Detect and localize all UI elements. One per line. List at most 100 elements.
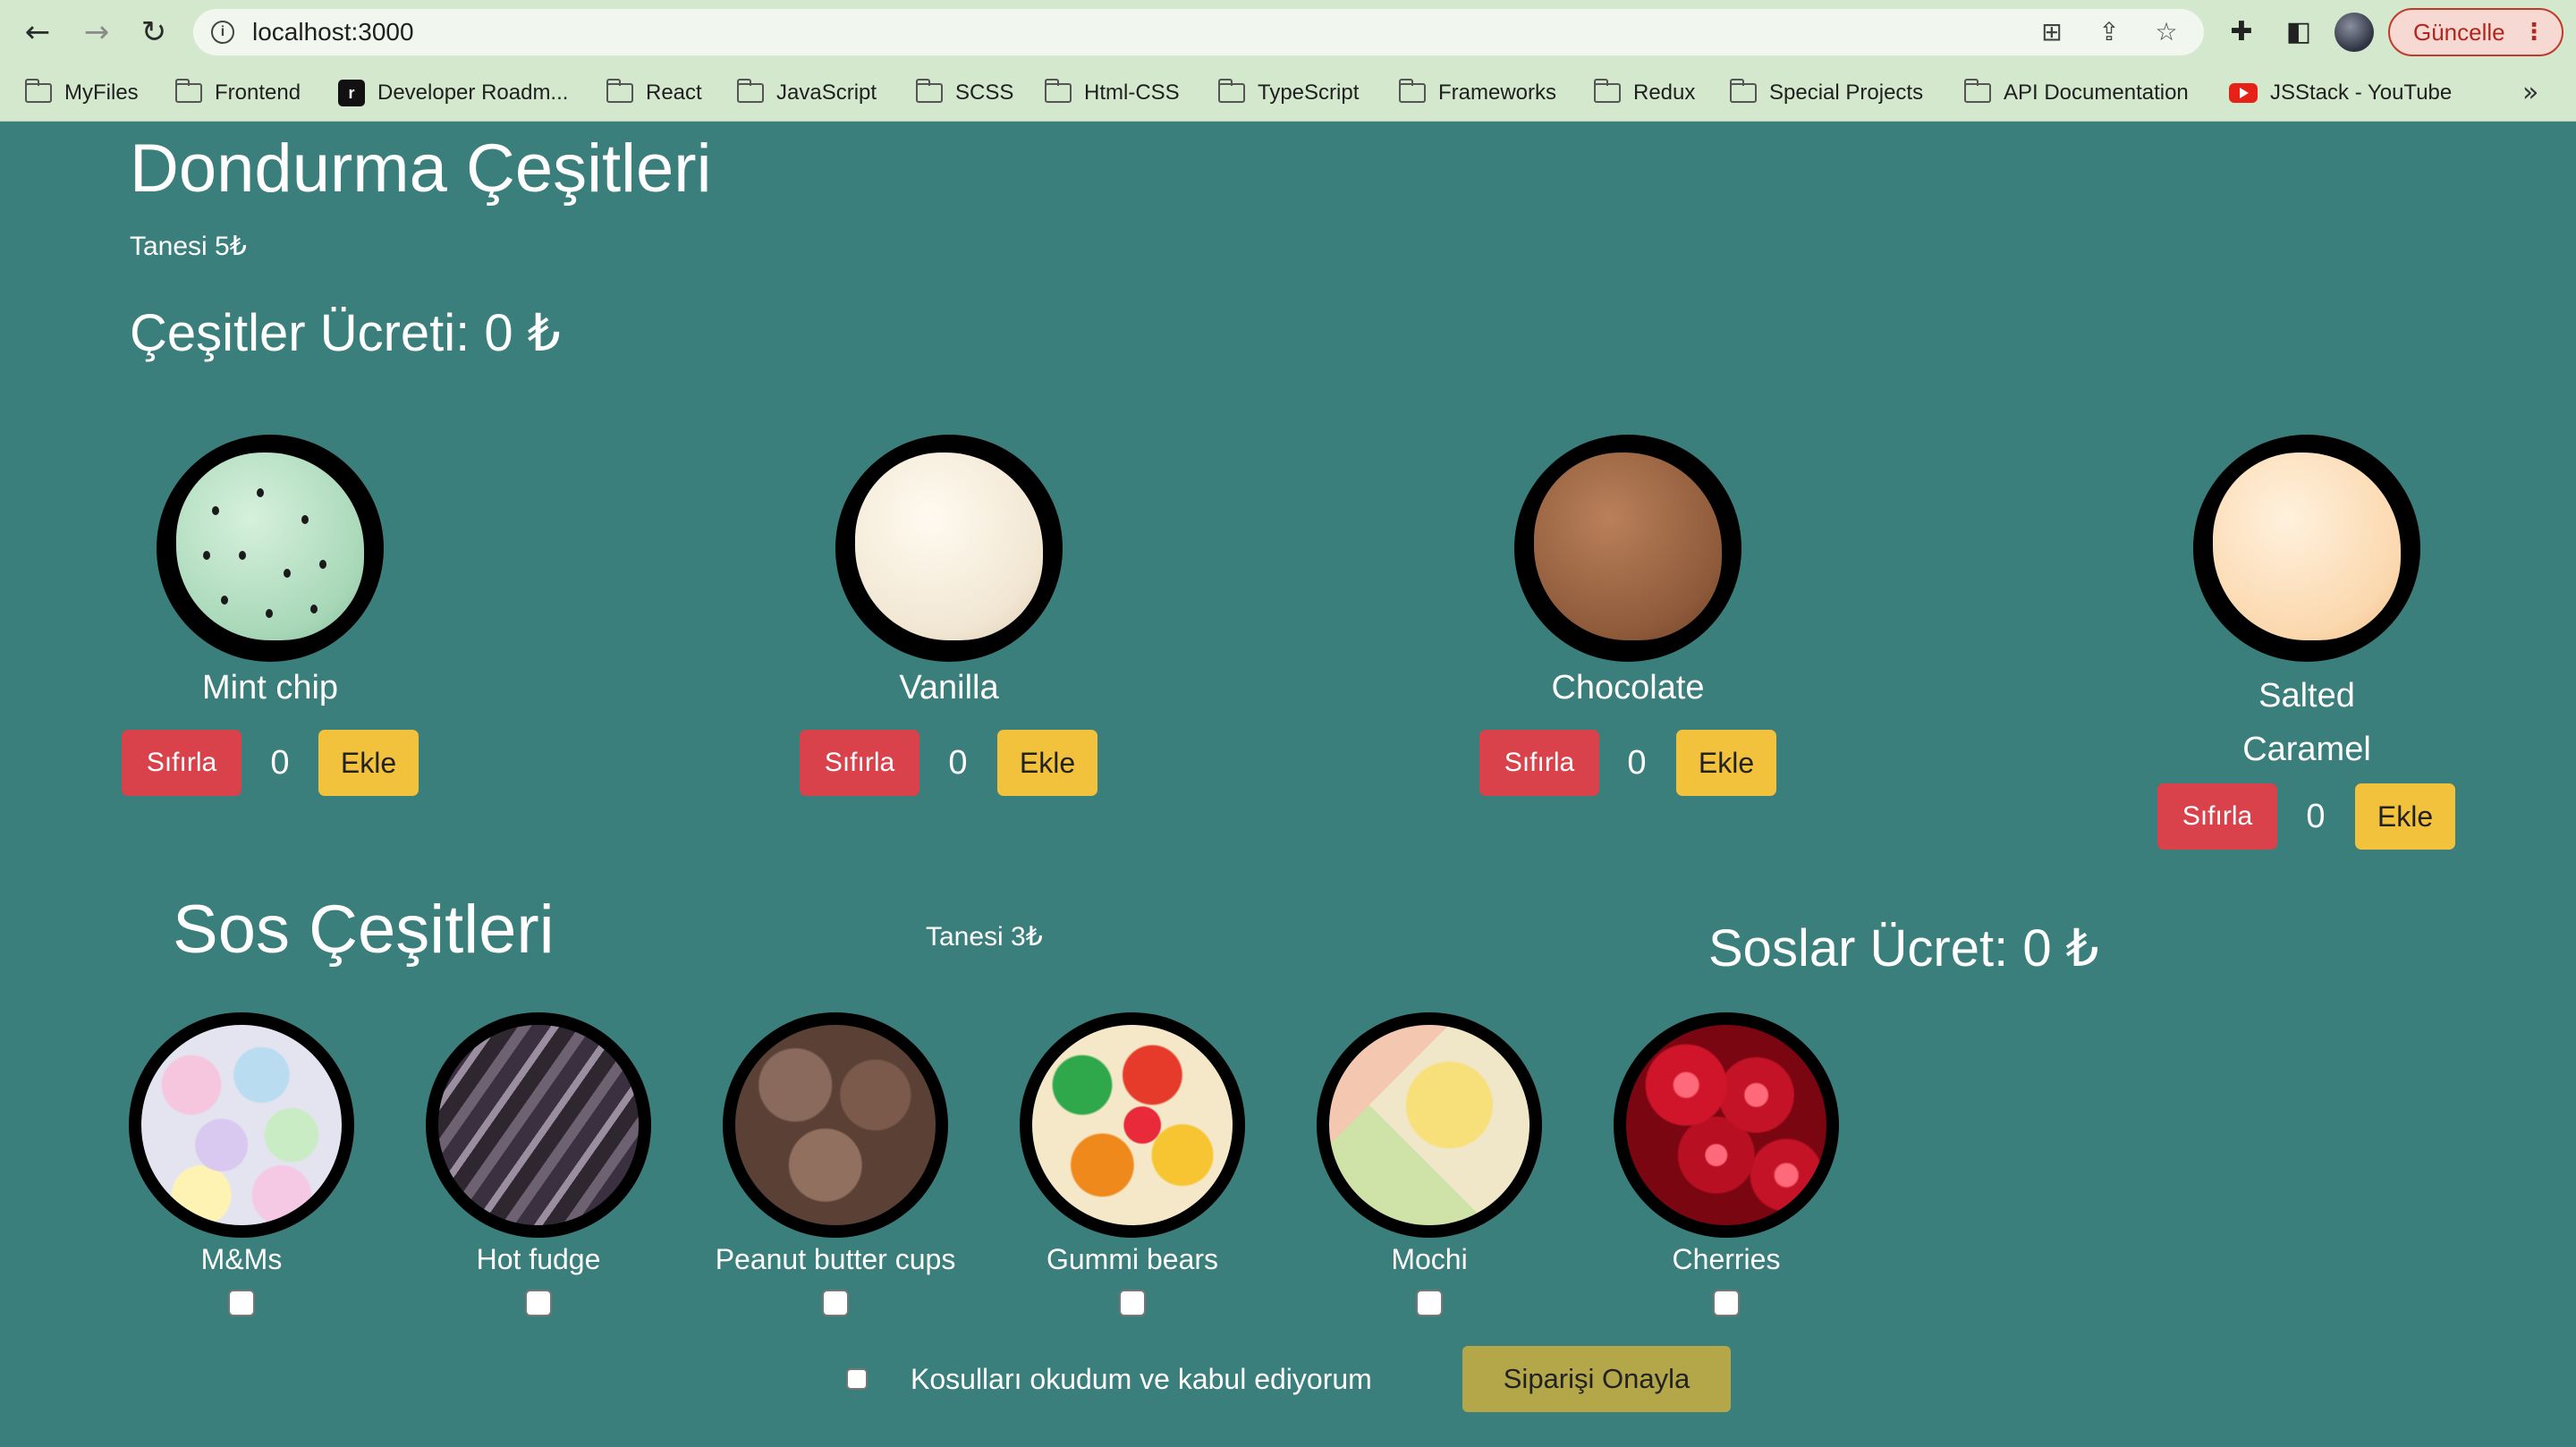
site-info-icon[interactable]: i bbox=[211, 21, 234, 44]
update-button[interactable]: Güncelle ⋮ bbox=[2388, 8, 2563, 56]
topping-name: Hot fudge bbox=[476, 1243, 601, 1275]
vanilla-image bbox=[835, 435, 1063, 662]
scoops-unit-price: Tanesi 5₺ bbox=[130, 232, 247, 261]
bookmark-label: React bbox=[646, 80, 702, 105]
bookmark-item[interactable]: TypeScript bbox=[1217, 77, 1360, 109]
topping-checkbox[interactable] bbox=[822, 1290, 849, 1316]
add-button[interactable]: Ekle bbox=[2355, 783, 2455, 850]
gummi-bears-image bbox=[1020, 1012, 1245, 1238]
bookmark-item[interactable]: JSStack - YouTube bbox=[2229, 77, 2452, 109]
add-button[interactable]: Ekle bbox=[997, 730, 1097, 796]
mochi-image bbox=[1317, 1012, 1542, 1238]
bookmark-label: Redux bbox=[1633, 80, 1696, 105]
flavor-name: Mint chip bbox=[201, 669, 339, 707]
bookmark-item[interactable]: Special Projects bbox=[1729, 77, 1924, 109]
extensions-icon[interactable]: ✚ bbox=[2222, 13, 2261, 52]
bookmark-label: Frontend bbox=[215, 80, 301, 105]
bookmarks-bar: MyFiles Frontend r Developer Roadm... Rea… bbox=[0, 64, 2576, 122]
topping-name: M&Ms bbox=[200, 1243, 283, 1275]
folder-icon bbox=[1729, 79, 1757, 103]
reset-button[interactable]: Sıfırla bbox=[122, 730, 242, 796]
avatar[interactable] bbox=[2334, 13, 2374, 52]
bookmark-item[interactable]: Frontend bbox=[174, 77, 301, 109]
address-bar[interactable]: i localhost:3000 ⊞ ⇪ ☆ bbox=[193, 9, 2204, 55]
topping-checkbox[interactable] bbox=[1713, 1290, 1740, 1316]
flavor-name: Vanilla bbox=[899, 669, 999, 707]
update-label: Güncelle bbox=[2413, 19, 2505, 46]
add-button[interactable]: Ekle bbox=[1676, 730, 1776, 796]
flavor-name: Chocolate bbox=[1551, 669, 1705, 707]
topping-name: Cherries bbox=[1672, 1243, 1781, 1275]
scoops-total: Çeşitler Ücreti: 0 ₺ bbox=[130, 304, 561, 362]
topping-name: Peanut butter cups bbox=[715, 1243, 956, 1275]
forward-icon[interactable]: → bbox=[77, 13, 116, 52]
bookmark-label: Special Projects bbox=[1769, 80, 1924, 105]
folder-icon bbox=[174, 79, 202, 103]
roadmap-icon: r bbox=[338, 80, 365, 106]
bookmark-label: Html-CSS bbox=[1084, 80, 1180, 105]
bookmark-item[interactable]: Frameworks bbox=[1398, 77, 1557, 109]
reset-button[interactable]: Sıfırla bbox=[800, 730, 919, 796]
browser-toolbar: ← → ↻ i localhost:3000 ⊞ ⇪ ☆ ✚ ◧ Güncell… bbox=[0, 0, 2576, 64]
toppings-unit-price: Tanesi 3₺ bbox=[926, 922, 1043, 952]
mms-image bbox=[129, 1012, 354, 1238]
scoops-title: Dondurma Çeşitleri bbox=[130, 131, 712, 207]
folder-icon bbox=[1044, 79, 1072, 103]
bookmark-item[interactable]: r Developer Roadm... bbox=[338, 77, 568, 109]
hot-fudge-image bbox=[426, 1012, 651, 1238]
toppings-title: Sos Çeşitleri bbox=[173, 892, 555, 968]
reset-button[interactable]: Sıfırla bbox=[2157, 783, 2277, 850]
bookmark-label: API Documentation bbox=[2004, 80, 2189, 105]
topping-checkbox[interactable] bbox=[525, 1290, 552, 1316]
bookmark-label: JSStack - YouTube bbox=[2270, 80, 2453, 105]
bookmark-label: Frameworks bbox=[1438, 80, 1557, 105]
bookmark-label: TypeScript bbox=[1258, 80, 1360, 105]
cherries-image bbox=[1614, 1012, 1839, 1238]
translate-icon[interactable]: ⊞ bbox=[2036, 16, 2068, 48]
topping-checkbox[interactable] bbox=[228, 1290, 255, 1316]
folder-icon bbox=[1963, 79, 1991, 103]
toppings-total: Soslar Ücret: 0 ₺ bbox=[1708, 919, 2099, 977]
scoop-count: 0 bbox=[1627, 744, 1647, 782]
folder-icon bbox=[915, 79, 943, 103]
bookmark-item[interactable]: Redux bbox=[1593, 77, 1696, 109]
folder-icon bbox=[24, 79, 52, 103]
bookmark-item[interactable]: MyFiles bbox=[24, 77, 139, 109]
folder-icon bbox=[1217, 79, 1245, 103]
bookmark-item[interactable]: React bbox=[606, 77, 702, 109]
reset-button[interactable]: Sıfırla bbox=[1479, 730, 1599, 796]
folder-icon bbox=[606, 79, 633, 103]
terms-checkbox[interactable] bbox=[846, 1368, 868, 1390]
peanut-butter-cups-image bbox=[723, 1012, 948, 1238]
menu-dots-icon: ⋮ bbox=[2522, 19, 2546, 46]
folder-icon bbox=[1593, 79, 1621, 103]
scoop-count: 0 bbox=[948, 744, 968, 782]
folder-icon bbox=[1398, 79, 1426, 103]
bookmark-item[interactable]: API Documentation bbox=[1963, 77, 2189, 109]
more-bookmarks-icon[interactable]: » bbox=[2522, 77, 2538, 108]
salted-caramel-image bbox=[2193, 435, 2420, 662]
scoop-count: 0 bbox=[270, 744, 290, 782]
reload-icon[interactable]: ↻ bbox=[134, 13, 174, 52]
topping-name: Gummi bears bbox=[1046, 1243, 1219, 1275]
bookmark-label: Developer Roadm... bbox=[377, 80, 569, 105]
bookmark-label: SCSS bbox=[955, 80, 1014, 105]
side-panel-icon[interactable]: ◧ bbox=[2279, 13, 2318, 52]
bookmark-label: JavaScript bbox=[776, 80, 877, 105]
confirm-order-button[interactable]: Siparişi Onayla bbox=[1462, 1346, 1731, 1412]
bookmark-item[interactable]: Html-CSS bbox=[1044, 77, 1180, 109]
flavor-name: Salted Caramel bbox=[2242, 677, 2371, 768]
topping-name: Mochi bbox=[1391, 1243, 1468, 1275]
bookmark-item[interactable]: JavaScript bbox=[736, 77, 877, 109]
bookmark-item[interactable]: SCSS bbox=[915, 77, 1014, 109]
folder-icon bbox=[736, 79, 764, 103]
topping-checkbox[interactable] bbox=[1416, 1290, 1443, 1316]
add-button[interactable]: Ekle bbox=[318, 730, 419, 796]
url-text[interactable]: localhost:3000 bbox=[252, 18, 414, 47]
share-icon[interactable]: ⇪ bbox=[2093, 16, 2125, 48]
topping-checkbox[interactable] bbox=[1119, 1290, 1146, 1316]
back-icon[interactable]: ← bbox=[18, 13, 57, 52]
youtube-icon bbox=[2229, 83, 2258, 103]
bookmark-star-icon[interactable]: ☆ bbox=[2150, 16, 2182, 48]
bookmark-label: MyFiles bbox=[64, 80, 139, 105]
